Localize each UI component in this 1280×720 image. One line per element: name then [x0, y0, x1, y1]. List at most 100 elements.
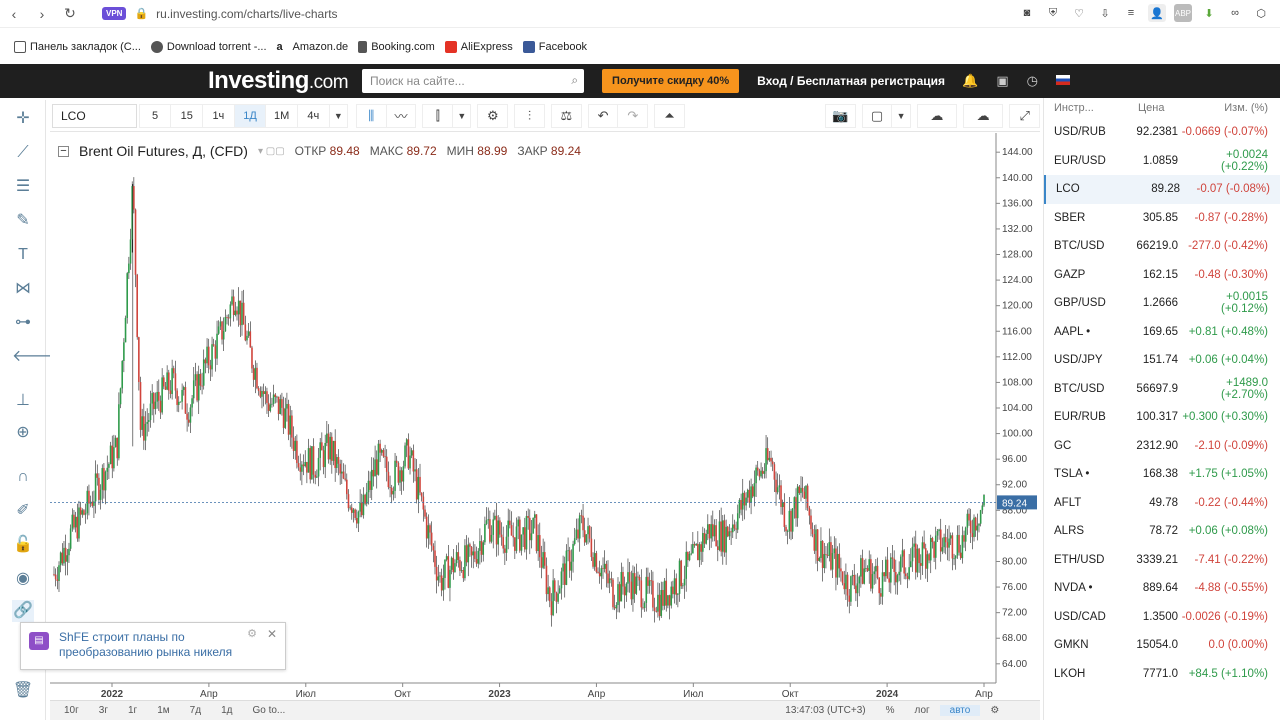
menu-icon[interactable]: ≡ [1122, 4, 1140, 22]
brush-icon[interactable]: ✎ [12, 210, 34, 232]
russia-flag-icon[interactable] [1056, 75, 1070, 85]
settings-gear-icon[interactable]: ⚙ [477, 103, 509, 128]
watchlist-row[interactable]: BTC/USD 66219.0 -277.0 (-0.42%) [1044, 232, 1280, 261]
reload-icon[interactable]: ↻ [56, 5, 84, 22]
watchlist-row[interactable]: LCO 89.28 -0.07 (-0.08%) [1044, 175, 1280, 204]
timeframe-1d[interactable]: 1Д [233, 103, 267, 128]
bell-icon[interactable]: 🔔 [962, 73, 978, 89]
shield-icon[interactable]: ⛨ [1044, 4, 1062, 22]
bookmark-amazon[interactable]: a Amazon.de [277, 41, 349, 53]
watchlist-row[interactable]: GC 2312.90 -2.10 (-0.09%) [1044, 432, 1280, 461]
measure-icon[interactable]: ⊶ [12, 312, 34, 334]
watchlist-row[interactable]: NVDA • 889.64 -4.88 (-0.55%) [1044, 574, 1280, 603]
back-icon[interactable]: ‹ [0, 6, 28, 22]
cloud-load-icon[interactable]: ☁ [916, 103, 957, 128]
arrow-left-icon[interactable]: 🡐 [12, 346, 55, 368]
layout-square-icon[interactable]: ▢ [861, 103, 893, 128]
legend-settings-icon[interactable]: ▾ ▢▢ [258, 146, 285, 157]
watchlist-row[interactable]: SBER 305.85 -0.87 (-0.28%) [1044, 204, 1280, 233]
investing-logo[interactable]: Investing.com [208, 67, 349, 95]
indicators-icon[interactable]: ⫶ [514, 103, 545, 128]
watchlist-row[interactable]: LKOH 7771.0 +84.5 (+1.10%) [1044, 660, 1280, 689]
bars-icon[interactable]: ⫿ [422, 103, 454, 128]
extension-cube-icon[interactable]: ⬡ [1252, 4, 1270, 22]
redo-icon[interactable]: ↷ [617, 103, 649, 128]
collapse-legend-icon[interactable]: − [58, 145, 69, 157]
watchlist-row[interactable]: ALRS 78.72 +0.06 (+0.08%) [1044, 517, 1280, 546]
vpn-badge[interactable]: VPN [102, 7, 127, 20]
watchlist-row[interactable]: USD/JPY 151.74 +0.06 (+0.04%) [1044, 346, 1280, 375]
auto-toggle[interactable]: авто [939, 705, 981, 716]
range-7d[interactable]: 7д [180, 705, 211, 716]
screenshot-camera-icon[interactable]: 📷 [824, 103, 856, 128]
news-headline[interactable]: ShFE строит планы по преобразованию рынк… [59, 630, 259, 660]
watchlist-row[interactable]: AAPL • 169.65 +0.81 (+0.48%) [1044, 318, 1280, 347]
promo-button[interactable]: Получите скидку 40% [602, 69, 740, 93]
timeframe-5[interactable]: 5 [138, 103, 172, 128]
cloud-save-icon[interactable]: ☁ [963, 103, 1004, 128]
timeframe-4h[interactable]: 4ч [297, 103, 330, 128]
watchlist-row[interactable]: USD/RUB 92.2381 -0.0669 (-0.07%) [1044, 118, 1280, 147]
candles-icon[interactable]: ⫼ [355, 103, 387, 128]
range-1d[interactable]: 1д [211, 705, 242, 716]
extension-glasses-icon[interactable]: ∞ [1226, 4, 1244, 22]
close-icon[interactable]: ✕ [267, 627, 277, 641]
profile-icon[interactable]: 👤 [1148, 4, 1166, 22]
col-change[interactable]: Изм. (%) [1178, 102, 1274, 114]
fullscreen-icon[interactable]: ⤢ [1009, 103, 1041, 128]
bookmark-torrent[interactable]: Download torrent -... [150, 41, 267, 53]
alert-icon[interactable]: ⏶ [654, 103, 685, 128]
percent-toggle[interactable]: % [876, 705, 905, 716]
watchlist-row[interactable]: AFLT 49.78 -0.22 (-0.44%) [1044, 489, 1280, 518]
watchlist-row[interactable]: BTC/USD 56697.9 +1489.0 (+2.70%) [1044, 375, 1280, 404]
trash-icon[interactable]: 🗑 [12, 680, 34, 702]
watchlist-row[interactable]: EUR/RUB 100.317 +0.300 (+0.30%) [1044, 403, 1280, 432]
search-icon[interactable]: ⌕ [571, 73, 578, 88]
heart-icon[interactable]: ♡ [1070, 4, 1088, 22]
price-chart[interactable]: 64.00 68.00 72.00 76.00 80.00 84.00 88.00 92.00… [50, 133, 1038, 701]
watchlist-row[interactable]: TSLA • 168.38 +1.75 (+1.05%) [1044, 460, 1280, 489]
bookmark-aliexpress[interactable]: AliExpress [444, 41, 513, 53]
timeframe-15[interactable]: 15 [170, 103, 204, 128]
bookmark-facebook[interactable]: Facebook [522, 41, 587, 53]
bookmark-booking[interactable]: Booking.com [358, 41, 435, 53]
trendline-icon[interactable]: ⟋ [12, 142, 34, 164]
login-link[interactable]: Вход / Бесплатная регистрация [757, 74, 945, 88]
line-chart-icon[interactable]: 〰 [385, 103, 417, 128]
timeframe-1h[interactable]: 1ч [202, 103, 235, 128]
chart-canvas[interactable]: 64.0068.0072.0076.0080.0084.0088.0092.00… [50, 133, 1038, 701]
clock-icon[interactable]: ◷ [1027, 73, 1038, 89]
ruler-icon[interactable]: ⊥ [12, 390, 34, 412]
text-icon[interactable]: T [12, 244, 34, 266]
watchlist-row[interactable]: USD/CAD 1.3500 -0.0026 (-0.19%) [1044, 603, 1280, 632]
col-instrument[interactable]: Инстр... [1044, 102, 1120, 114]
layout-dropdown-icon[interactable]: ▼ [891, 103, 911, 128]
watchlist-row[interactable]: GMKN 15054.0 0.0 (0.00%) [1044, 631, 1280, 660]
range-3y[interactable]: 3г [89, 705, 118, 716]
undo-icon[interactable]: ↶ [587, 103, 619, 128]
unlock-icon[interactable]: 🔓 [12, 534, 34, 556]
extension-download-icon[interactable]: ⬇ [1200, 4, 1218, 22]
crosshair-icon[interactable]: ✛ [12, 108, 34, 130]
bottom-settings-gear-icon[interactable]: ⚙ [980, 705, 1009, 716]
news-settings-gear-icon[interactable]: ⚙ [247, 627, 257, 640]
site-search-input[interactable]: Поиск на сайте... ⌕ [362, 69, 585, 93]
briefcase-icon[interactable]: ▣ [996, 73, 1008, 89]
fibonacci-icon[interactable]: ☰ [12, 176, 34, 198]
lock-drawings-icon[interactable]: ✐ [12, 500, 34, 522]
compare-scales-icon[interactable]: ⚖ [550, 103, 582, 128]
range-1m[interactable]: 1м [147, 705, 179, 716]
timeframe-dropdown-icon[interactable]: ▼ [328, 103, 348, 128]
watchlist-row[interactable]: GBP/USD 1.2666 +0.0015 (+0.12%) [1044, 289, 1280, 318]
pattern-icon[interactable]: ⋈ [12, 278, 34, 300]
forward-icon[interactable]: › [28, 6, 56, 22]
link-icon[interactable]: 🔗 [12, 600, 34, 622]
symbol-input[interactable]: LCO [52, 103, 137, 128]
range-10y[interactable]: 10г [50, 705, 89, 716]
col-price[interactable]: Цена [1120, 102, 1178, 114]
watchlist-row[interactable]: GAZP 162.15 -0.48 (-0.30%) [1044, 261, 1280, 290]
zoom-in-icon[interactable]: ⊕ [12, 422, 34, 444]
magnet-icon[interactable]: ∩ [12, 466, 34, 488]
chart-type-dropdown-icon[interactable]: ▼ [452, 103, 472, 128]
timeframe-1m[interactable]: 1М [265, 103, 299, 128]
